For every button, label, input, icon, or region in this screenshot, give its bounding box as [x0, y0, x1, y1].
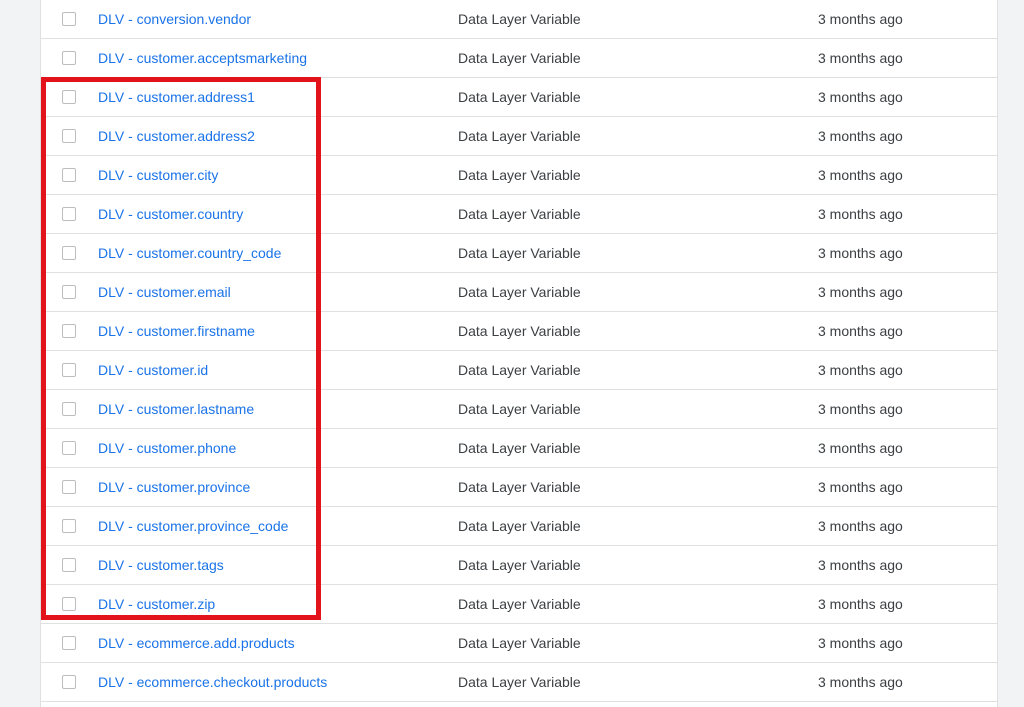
table-row: DLV - customer.firstname Data Layer Vari… [41, 312, 997, 351]
variable-name-link[interactable]: DLV - customer.city [98, 167, 218, 183]
row-checkbox[interactable] [62, 675, 76, 689]
row-checkbox[interactable] [62, 168, 76, 182]
variable-type: Data Layer Variable [458, 401, 581, 417]
variable-type: Data Layer Variable [458, 206, 581, 222]
table-row: DLV - ecommerce.add.products Data Layer … [41, 624, 997, 663]
last-edited: 3 months ago [818, 323, 903, 339]
table-row: DLV - customer.address1 Data Layer Varia… [41, 78, 997, 117]
last-edited: 3 months ago [818, 128, 903, 144]
last-edited: 3 months ago [818, 362, 903, 378]
table-row: DLV - customer.acceptsmarketing Data Lay… [41, 39, 997, 78]
variable-type: Data Layer Variable [458, 440, 581, 456]
row-checkbox[interactable] [62, 324, 76, 338]
variable-name-link[interactable]: DLV - customer.province [98, 479, 250, 495]
row-checkbox[interactable] [62, 285, 76, 299]
table-row: DLV - customer.email Data Layer Variable… [41, 273, 997, 312]
variable-name-link[interactable]: DLV - customer.firstname [98, 323, 255, 339]
table-row: DLV - customer.province_code Data Layer … [41, 507, 997, 546]
table-row: DLV - ecommerce.checkout.products Data L… [41, 663, 997, 702]
variables-table: DLV - conversion.vendor Data Layer Varia… [40, 0, 998, 707]
table-row: DLV - customer.zip Data Layer Variable 3… [41, 585, 997, 624]
last-edited: 3 months ago [818, 440, 903, 456]
last-edited: 3 months ago [818, 50, 903, 66]
row-checkbox[interactable] [62, 519, 76, 533]
row-checkbox[interactable] [62, 12, 76, 26]
variable-name-link[interactable]: DLV - customer.province_code [98, 518, 288, 534]
variable-name-link[interactable]: DLV - conversion.vendor [98, 11, 251, 27]
variable-name-link[interactable]: DLV - customer.phone [98, 440, 236, 456]
variable-type: Data Layer Variable [458, 284, 581, 300]
variable-type: Data Layer Variable [458, 557, 581, 573]
row-checkbox[interactable] [62, 51, 76, 65]
variable-name-link[interactable]: DLV - customer.email [98, 284, 231, 300]
table-row: DLV - conversion.vendor Data Layer Varia… [41, 0, 997, 39]
last-edited: 3 months ago [818, 89, 903, 105]
row-checkbox[interactable] [62, 207, 76, 221]
last-edited: 3 months ago [818, 596, 903, 612]
table-row: DLV - customer.city Data Layer Variable … [41, 156, 997, 195]
variable-name-link[interactable]: DLV - customer.zip [98, 596, 215, 612]
last-edited: 3 months ago [818, 11, 903, 27]
last-edited: 3 months ago [818, 206, 903, 222]
variable-type: Data Layer Variable [458, 50, 581, 66]
last-edited: 3 months ago [818, 245, 903, 261]
variable-name-link[interactable]: DLV - customer.acceptsmarketing [98, 50, 307, 66]
variable-name-link[interactable]: DLV - customer.address2 [98, 128, 255, 144]
variable-type: Data Layer Variable [458, 518, 581, 534]
row-checkbox[interactable] [62, 402, 76, 416]
table-row: DLV - customer.tags Data Layer Variable … [41, 546, 997, 585]
last-edited: 3 months ago [818, 401, 903, 417]
table-row: DLV - customer.phone Data Layer Variable… [41, 429, 997, 468]
row-checkbox[interactable] [62, 597, 76, 611]
row-checkbox[interactable] [62, 480, 76, 494]
variable-type: Data Layer Variable [458, 362, 581, 378]
last-edited: 3 months ago [818, 518, 903, 534]
variable-name-link[interactable]: DLV - customer.country_code [98, 245, 281, 261]
variable-type: Data Layer Variable [458, 323, 581, 339]
table-row: DLV - customer.address2 Data Layer Varia… [41, 117, 997, 156]
variable-type: Data Layer Variable [458, 596, 581, 612]
variable-type: Data Layer Variable [458, 89, 581, 105]
table-row: DLV - customer.country Data Layer Variab… [41, 195, 997, 234]
row-checkbox[interactable] [62, 558, 76, 572]
variable-name-link[interactable]: DLV - ecommerce.checkout.products [98, 674, 327, 690]
variable-type: Data Layer Variable [458, 635, 581, 651]
variable-type: Data Layer Variable [458, 167, 581, 183]
row-checkbox[interactable] [62, 246, 76, 260]
variable-type: Data Layer Variable [458, 674, 581, 690]
table-row: DLV - customer.lastname Data Layer Varia… [41, 390, 997, 429]
variable-name-link[interactable]: DLV - customer.tags [98, 557, 224, 573]
last-edited: 3 months ago [818, 674, 903, 690]
table-row: DLV - customer.id Data Layer Variable 3 … [41, 351, 997, 390]
variable-name-link[interactable]: DLV - customer.id [98, 362, 208, 378]
row-checkbox[interactable] [62, 441, 76, 455]
row-checkbox[interactable] [62, 90, 76, 104]
table-row: DLV - customer.province Data Layer Varia… [41, 468, 997, 507]
variable-name-link[interactable]: DLV - customer.lastname [98, 401, 254, 417]
variable-type: Data Layer Variable [458, 245, 581, 261]
last-edited: 3 months ago [818, 479, 903, 495]
row-checkbox[interactable] [62, 636, 76, 650]
variable-type: Data Layer Variable [458, 479, 581, 495]
last-edited: 3 months ago [818, 167, 903, 183]
variable-name-link[interactable]: DLV - customer.address1 [98, 89, 255, 105]
row-checkbox[interactable] [62, 129, 76, 143]
variable-type: Data Layer Variable [458, 128, 581, 144]
variable-name-link[interactable]: DLV - customer.country [98, 206, 243, 222]
variable-name-link[interactable]: DLV - ecommerce.add.products [98, 635, 295, 651]
last-edited: 3 months ago [818, 557, 903, 573]
table-row: DLV - customer.country_code Data Layer V… [41, 234, 997, 273]
last-edited: 3 months ago [818, 284, 903, 300]
variable-type: Data Layer Variable [458, 11, 581, 27]
row-checkbox[interactable] [62, 363, 76, 377]
last-edited: 3 months ago [818, 635, 903, 651]
